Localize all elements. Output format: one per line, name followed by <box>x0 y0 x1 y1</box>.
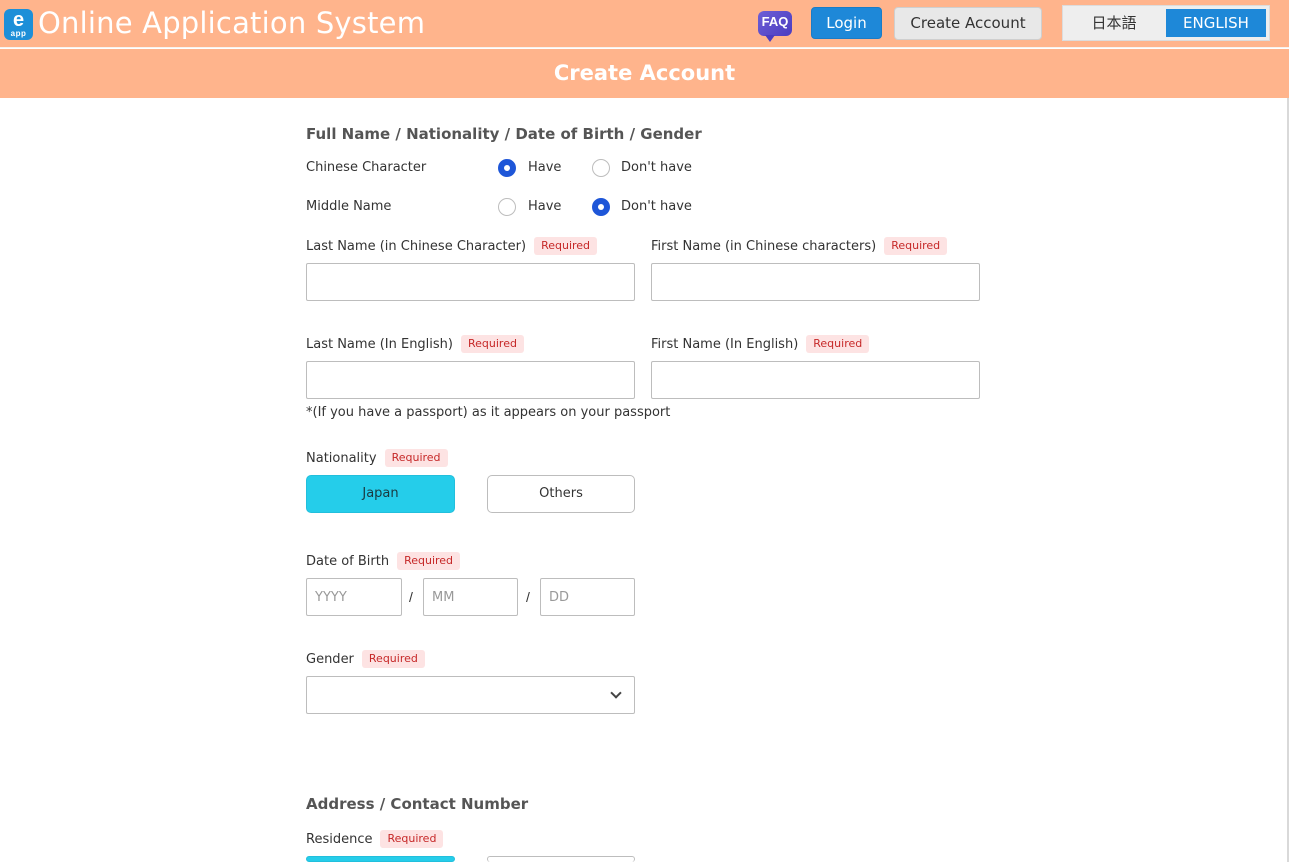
first-name-chinese-label: First Name (in Chinese characters) Requir… <box>651 237 948 255</box>
logo-letter: e <box>12 9 25 31</box>
required-badge: Required <box>397 552 461 570</box>
last-name-chinese-input[interactable] <box>306 263 635 301</box>
residence-label: Residence Required <box>306 830 444 848</box>
dob-year-input[interactable] <box>306 578 402 616</box>
section-title-address: Address / Contact Number <box>306 795 529 813</box>
chinese-character-label: Chinese Character <box>306 160 427 175</box>
first-name-chinese-label-text: First Name (in Chinese characters) <box>651 239 877 254</box>
faq-icon[interactable]: FAQ <box>758 11 792 42</box>
last-name-chinese-label: Last Name (in Chinese Character) Required <box>306 237 598 255</box>
last-name-english-label: Last Name (In English) Required <box>306 335 524 353</box>
dob-label: Date of Birth Required <box>306 552 461 570</box>
app-logo-icon[interactable]: e app <box>4 9 33 40</box>
create-account-button[interactable]: Create Account <box>894 7 1042 40</box>
middle-name-label: Middle Name <box>306 199 392 214</box>
chevron-down-icon <box>610 687 622 699</box>
residence-option[interactable] <box>487 856 635 862</box>
first-name-english-label: First Name (In English) Required <box>651 335 870 353</box>
nationality-label: Nationality Required <box>306 449 448 467</box>
dob-day-input[interactable] <box>540 578 635 616</box>
chinese-character-have-label[interactable]: Have <box>528 160 561 175</box>
required-badge: Required <box>806 335 870 353</box>
residence-label-text: Residence <box>306 832 373 847</box>
last-name-english-input[interactable] <box>306 361 635 399</box>
chinese-character-have-radio[interactable] <box>498 159 516 177</box>
required-badge: Required <box>461 335 524 353</box>
middle-name-have-label[interactable]: Have <box>528 199 561 214</box>
section-title-name: Full Name / Nationality / Date of Birth … <box>306 125 702 143</box>
dob-label-text: Date of Birth <box>306 554 390 569</box>
first-name-english-input[interactable] <box>651 361 980 399</box>
login-button[interactable]: Login <box>811 7 882 39</box>
required-badge: Required <box>384 449 448 467</box>
page-title-bar: Create Account <box>0 49 1289 98</box>
nationality-japan-button[interactable]: Japan <box>306 475 455 513</box>
dob-month-input[interactable] <box>423 578 518 616</box>
language-english-button[interactable]: ENGLISH <box>1166 9 1266 37</box>
first-name-english-label-text: First Name (In English) <box>651 337 799 352</box>
gender-label: Gender Required <box>306 650 425 668</box>
nationality-others-button[interactable]: Others <box>487 475 635 513</box>
middle-name-have-radio[interactable] <box>498 198 516 216</box>
chinese-character-dont-have-radio[interactable] <box>592 159 610 177</box>
chinese-character-dont-have-label[interactable]: Don't have <box>621 160 692 175</box>
residence-option-selected[interactable] <box>306 856 455 862</box>
logo-sub: app <box>10 29 27 38</box>
last-name-english-label-text: Last Name (In English) <box>306 337 453 352</box>
passport-note: *(If you have a passport) as it appears … <box>306 405 671 420</box>
middle-name-dont-have-radio[interactable] <box>592 198 610 216</box>
required-badge: Required <box>361 650 425 668</box>
page-title: Create Account <box>553 61 736 85</box>
language-switcher: 日本語 ENGLISH <box>1062 5 1270 41</box>
dob-separator: / <box>526 589 530 605</box>
required-badge: Required <box>534 237 598 255</box>
gender-select[interactable] <box>306 676 635 714</box>
top-bar: e app Online Application System FAQ Logi… <box>0 0 1289 48</box>
gender-label-text: Gender <box>306 652 354 667</box>
nationality-label-text: Nationality <box>306 451 377 466</box>
required-badge: Required <box>884 237 948 255</box>
app-title[interactable]: Online Application System <box>38 6 425 40</box>
last-name-chinese-label-text: Last Name (in Chinese Character) <box>306 239 527 254</box>
required-badge: Required <box>380 830 444 848</box>
middle-name-dont-have-label[interactable]: Don't have <box>621 199 692 214</box>
first-name-chinese-input[interactable] <box>651 263 980 301</box>
dob-separator: / <box>409 589 413 605</box>
language-japanese-button[interactable]: 日本語 <box>1063 6 1165 40</box>
